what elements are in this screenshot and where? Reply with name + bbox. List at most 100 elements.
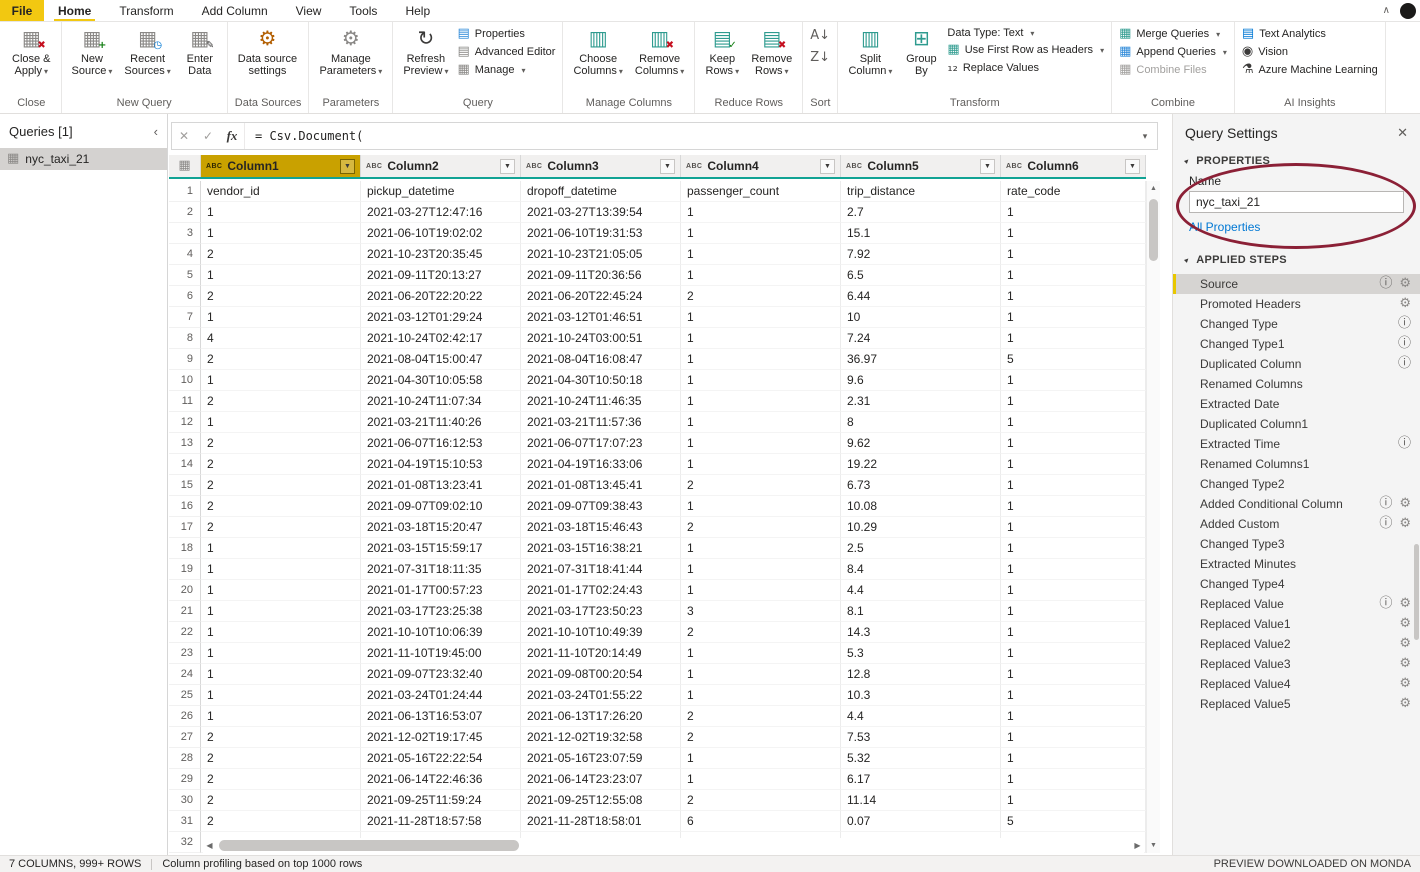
cell[interactable]: 1: [1001, 244, 1146, 265]
cell[interactable]: 2021-05-16T22:22:54: [361, 748, 521, 769]
cell[interactable]: 1: [681, 769, 841, 790]
cell[interactable]: 1: [1001, 496, 1146, 517]
cell[interactable]: 1: [1001, 517, 1146, 538]
ribbon-button-keep-rows[interactable]: ▤✓KeepRows▾: [700, 25, 744, 78]
ribbon-button-merge-queries[interactable]: ▦Merge Queries▾: [1119, 27, 1227, 41]
cell[interactable]: 1: [1001, 265, 1146, 286]
scroll-up-icon[interactable]: ▲: [1147, 181, 1160, 196]
cell[interactable]: 1: [681, 496, 841, 517]
menu-view[interactable]: View: [282, 0, 336, 21]
row-number[interactable]: 21: [169, 601, 201, 622]
cell[interactable]: 1: [1001, 580, 1146, 601]
ribbon-button-use-first-row-as-headers[interactable]: ▦Use First Row as Headers▾: [947, 43, 1104, 57]
row-number[interactable]: 14: [169, 454, 201, 475]
cell[interactable]: 3: [681, 601, 841, 622]
column-header-column4[interactable]: ABCColumn4▼: [681, 155, 841, 177]
cell[interactable]: 6.73: [841, 475, 1001, 496]
row-number[interactable]: 22: [169, 622, 201, 643]
column-header-column1[interactable]: ABCColumn1▼: [201, 155, 361, 177]
cell[interactable]: 2021-11-28T18:58:01: [521, 811, 681, 832]
cell[interactable]: 1: [1001, 412, 1146, 433]
ribbon-button-advanced-editor[interactable]: ▤Advanced Editor: [457, 45, 555, 59]
cell[interactable]: 1: [1001, 601, 1146, 622]
cell[interactable]: 2021-08-04T16:08:47: [521, 349, 681, 370]
cell[interactable]: 11.14: [841, 790, 1001, 811]
ribbon-button-choose-columns[interactable]: ▥ChooseColumns▾: [568, 25, 627, 78]
cell[interactable]: 2: [201, 790, 361, 811]
column-header-column5[interactable]: ABCColumn5▼: [841, 155, 1001, 177]
query-item-nyc-taxi-21[interactable]: ▦ nyc_taxi_21: [0, 148, 167, 170]
close-icon[interactable]: ✕: [1397, 125, 1408, 141]
cell[interactable]: 10: [841, 307, 1001, 328]
cell[interactable]: 8: [841, 412, 1001, 433]
cell[interactable]: 2021-05-16T23:07:59: [521, 748, 681, 769]
ribbon-button-remove-rows[interactable]: ▤✖RemoveRows▾: [746, 25, 797, 78]
cell[interactable]: 7.24: [841, 328, 1001, 349]
cell[interactable]: 1: [1001, 727, 1146, 748]
ribbon-button-manage[interactable]: ▦Manage▾: [457, 63, 555, 77]
cell[interactable]: 2021-07-31T18:41:44: [521, 559, 681, 580]
cell[interactable]: 2021-06-07T16:12:53: [361, 433, 521, 454]
cell[interactable]: 2021-10-10T10:49:39: [521, 622, 681, 643]
cell[interactable]: 1: [201, 622, 361, 643]
horizontal-scrollbar[interactable]: ◀ ▶: [203, 838, 1144, 853]
cell[interactable]: 2021-01-08T13:23:41: [361, 475, 521, 496]
step-changed-type3[interactable]: Changed Type3: [1173, 534, 1420, 554]
cell[interactable]: 12.8: [841, 664, 1001, 685]
cell[interactable]: 10.29: [841, 517, 1001, 538]
cell[interactable]: 2021-03-27T12:47:16: [361, 202, 521, 223]
collapse-ribbon-icon[interactable]: ∧: [1383, 5, 1390, 16]
scroll-left-icon[interactable]: ◀: [203, 841, 216, 850]
ribbon-button-text-analytics[interactable]: ▤Text Analytics: [1242, 27, 1378, 41]
cell[interactable]: 1: [201, 412, 361, 433]
cell[interactable]: 2021-04-30T10:50:18: [521, 370, 681, 391]
cell[interactable]: 1: [201, 685, 361, 706]
cell[interactable]: 2021-06-20T22:45:24: [521, 286, 681, 307]
ribbon-button-data-type-text[interactable]: Data Type: Text▾: [947, 27, 1104, 39]
cell[interactable]: 10.3: [841, 685, 1001, 706]
cell[interactable]: 2: [201, 517, 361, 538]
cell[interactable]: 2: [201, 769, 361, 790]
cell[interactable]: 2021-09-08T00:20:54: [521, 664, 681, 685]
cell[interactable]: 1: [681, 202, 841, 223]
cell[interactable]: 2: [201, 811, 361, 832]
formula-expand-icon[interactable]: ▾: [1133, 131, 1157, 142]
cell[interactable]: 2021-08-04T15:00:47: [361, 349, 521, 370]
scroll-right-icon[interactable]: ▶: [1131, 841, 1144, 850]
cell[interactable]: 1: [1001, 790, 1146, 811]
cell[interactable]: 10.08: [841, 496, 1001, 517]
cell[interactable]: pickup_datetime: [361, 181, 521, 202]
cell[interactable]: 2021-06-07T17:07:23: [521, 433, 681, 454]
ribbon-button-new-source[interactable]: ▦+NewSource▾: [67, 25, 118, 78]
cell[interactable]: 2021-09-11T20:36:56: [521, 265, 681, 286]
step-replaced-value1[interactable]: Replaced Value1⚙: [1173, 614, 1420, 634]
filter-icon[interactable]: ▼: [980, 159, 995, 174]
cell[interactable]: 2: [201, 454, 361, 475]
ribbon-button-enter-data[interactable]: ▦✎EnterData: [178, 25, 222, 77]
cell[interactable]: 2: [681, 706, 841, 727]
step-changed-type[interactable]: Changed Typeⓘ: [1173, 314, 1420, 334]
cell[interactable]: 1: [201, 580, 361, 601]
row-number[interactable]: 31: [169, 811, 201, 832]
cell[interactable]: 2021-10-24T02:42:17: [361, 328, 521, 349]
cell[interactable]: 2: [201, 433, 361, 454]
ribbon-button-sort-az[interactable]: A↓: [810, 29, 830, 43]
cell[interactable]: 2021-06-13T17:26:20: [521, 706, 681, 727]
cell[interactable]: 4.4: [841, 706, 1001, 727]
step-replaced-value4[interactable]: Replaced Value4⚙: [1173, 674, 1420, 694]
cell[interactable]: 2: [681, 727, 841, 748]
cell[interactable]: 2021-10-24T11:46:35: [521, 391, 681, 412]
ribbon-button-refresh-preview[interactable]: ↻RefreshPreview▾: [398, 25, 453, 78]
query-name-input[interactable]: [1189, 191, 1404, 213]
ribbon-button-combine-files[interactable]: ▦Combine Files: [1119, 63, 1227, 77]
cell[interactable]: 8.1: [841, 601, 1001, 622]
cell[interactable]: 2021-12-02T19:32:58: [521, 727, 681, 748]
cell[interactable]: 1: [201, 223, 361, 244]
cell[interactable]: dropoff_datetime: [521, 181, 681, 202]
avatar[interactable]: [1400, 3, 1416, 19]
row-number[interactable]: 5: [169, 265, 201, 286]
collapse-queries-icon[interactable]: ‹: [154, 124, 158, 139]
row-number[interactable]: 32: [169, 832, 201, 853]
row-number[interactable]: 9: [169, 349, 201, 370]
cell[interactable]: 1: [681, 664, 841, 685]
